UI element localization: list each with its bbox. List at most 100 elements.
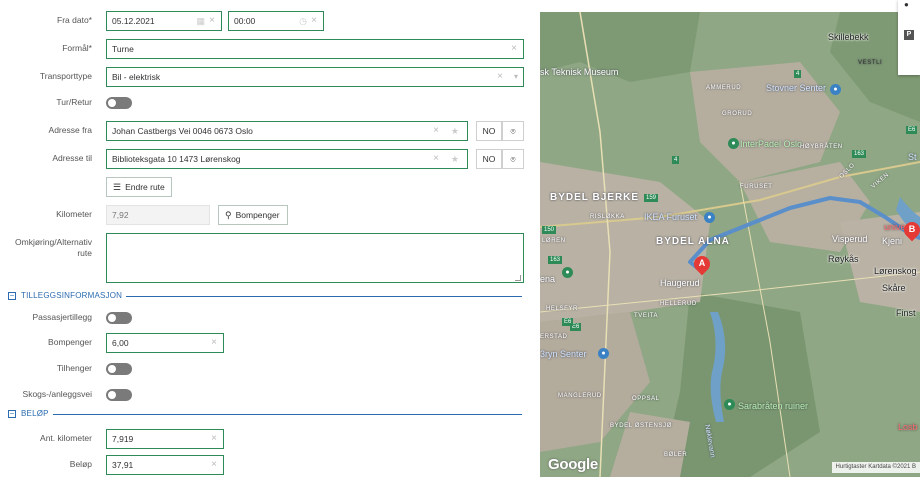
chevron-down-icon[interactable]: ▾ [514,68,518,86]
parking-icon[interactable]: P [904,30,914,40]
map-label-finst: Finst [896,308,916,318]
time-value: 00:00 [234,16,256,26]
map-label-tveita: TVEITA [634,313,659,319]
clear-icon[interactable]: × [433,150,439,168]
formal-input[interactable]: Turne × [106,39,524,59]
road-badge: 163 [852,150,867,158]
marker-b-label: B [908,224,916,234]
map-label-interpadel: InterPadel Oslo [740,139,803,149]
clear-icon[interactable]: × [311,12,317,30]
clear-icon[interactable]: × [209,12,215,30]
place-pin-icon[interactable]: ● [728,138,739,149]
map-label-visperud: Visperud [832,234,868,244]
omkjoring-textarea[interactable] [106,233,524,283]
passasjertillegg-toggle[interactable] [106,312,132,324]
shopping-bag-icon[interactable]: ● [598,348,609,359]
ant-kilometer-input[interactable]: 7,919 × [106,429,224,449]
clear-icon[interactable]: × [433,122,439,140]
place-pin-icon[interactable]: ● [724,399,735,410]
tilhenger-toggle[interactable] [106,363,132,375]
clock-icon[interactable]: ◷ [299,12,307,30]
map-label-ammerud: AMMERUD [706,85,742,91]
google-logo[interactable]: Google [548,456,598,473]
country-code-fra[interactable]: NO [476,121,502,141]
skogs-toggle[interactable] [106,389,132,401]
clear-icon[interactable]: × [211,334,217,352]
location-pin-icon[interactable]: ⌾ [502,149,524,169]
marker-a[interactable]: A [690,252,714,276]
bompenger-input[interactable]: 6,00 × [106,333,224,353]
date-value: 05.12.2021 [112,16,155,26]
minus-square-icon[interactable]: − [8,410,16,418]
map-label-bryn: 3ryn Senter [540,349,587,359]
skogs-label: Skogs-/anleggsvei [22,389,92,399]
endre-rute-button[interactable]: ☰ Endre rute [106,177,172,197]
country-code-til[interactable]: NO [476,149,502,169]
bompenger-label: Bompenger [48,337,92,347]
clear-icon[interactable]: × [211,430,217,448]
fra-dato-label: Fra dato* [57,15,92,25]
belop-input[interactable]: 37,91 × [106,455,224,475]
marker-b[interactable]: B [900,218,920,242]
map-attribution[interactable]: Hurtigtaster Kartdata ©2021 B [831,462,920,473]
clear-icon[interactable]: × [211,456,217,474]
transporttype-select[interactable]: Bil - elektrisk × ▾ [106,67,524,87]
belop-section[interactable]: − BELØP [8,409,522,421]
shopping-bag-icon[interactable]: ● [704,212,715,223]
location-pin-icon[interactable]: ⌾ [502,121,524,141]
map-label-oppsal: OPPSAL [632,396,660,402]
shopping-bag-icon[interactable]: ● [830,84,841,95]
minus-square-icon[interactable]: − [8,292,16,300]
road-badge: 163 [548,256,563,264]
bompenger-value: 6,00 [112,338,129,348]
map-label-boler: BØLER [664,452,688,458]
map-label-manglerud: MANGLERUD [558,393,602,399]
star-icon[interactable]: ★ [451,150,459,168]
map-label-erstad: ERSTAD [540,334,568,340]
formal-value: Turne [112,44,134,54]
adresse-fra-input[interactable]: Johan Castbergs Vei 0046 0673 Oslo × ★ [106,121,468,141]
tur-retur-toggle[interactable] [106,97,132,109]
marker-icon[interactable]: ● [904,0,909,9]
map-controls-popup: ● P [898,0,920,75]
kilometer-value: 7,92 [112,210,129,220]
route-icon: ☰ [113,182,122,192]
map-label-lorenskog: Lørenskog [874,266,917,276]
map-label-alna: BYDEL ALNA [656,236,730,247]
clear-icon[interactable]: × [497,68,503,86]
section-title: BELØP [21,409,53,419]
bompenger-button[interactable]: ⚲ Bompenger [218,205,288,225]
map-label-bjerke: BYDEL BJERKE [550,192,640,203]
route-map[interactable]: Skillebekk VESTLI sk Teknisk Museum AMME… [540,12,920,477]
kilometer-label: Kilometer [56,209,92,219]
road-badge: 4 [794,70,802,78]
date-input[interactable]: 05.12.2021 ▦ × [106,11,222,31]
star-icon[interactable]: ★ [451,122,459,140]
marker-a-label: A [698,258,706,268]
resize-handle-icon[interactable] [515,275,521,281]
road-badge: 4 [672,156,680,164]
stadium-icon[interactable]: ● [562,267,573,278]
adresse-til-input[interactable]: Biblioteksgata 10 1473 Lørenskog × ★ [106,149,468,169]
map-label-helsfyr: HELSFYR [546,306,578,312]
belop-label: Beløp [69,459,92,469]
tilleggsinformasjon-section[interactable]: − TILLEGGSINFORMASJON [8,291,522,303]
trip-form: Fra dato* 05.12.2021 ▦ × 00:00 ◷ × Formå… [0,0,540,477]
ant-kilometer-label: Ant. kilometer [40,433,92,443]
map-label-loren: LØREN [542,238,566,244]
map-label-vestli: VESTLI [858,60,883,66]
map-label-grorud: GRORUD [722,111,753,117]
map-label-risl: RISLØKKA [590,214,625,220]
road-badge: E6 [906,126,918,134]
adresse-fra-value: Johan Castbergs Vei 0046 0673 Oslo [112,126,253,136]
map-label-teknisk: sk Teknisk Museum [540,67,619,77]
passasjertillegg-label: Passasjertillegg [32,312,92,322]
adresse-fra-label: Adresse fra [48,125,92,135]
map-label-ikea: IKEA Furuset [644,212,698,222]
formal-label: Formål* [62,43,92,53]
calendar-icon[interactable]: ▦ [196,12,205,30]
time-input[interactable]: 00:00 ◷ × [228,11,324,31]
clear-icon[interactable]: × [511,40,517,58]
map-label-kjeni: Kjeni [882,236,903,246]
section-title: TILLEGGSINFORMASJON [21,291,127,301]
